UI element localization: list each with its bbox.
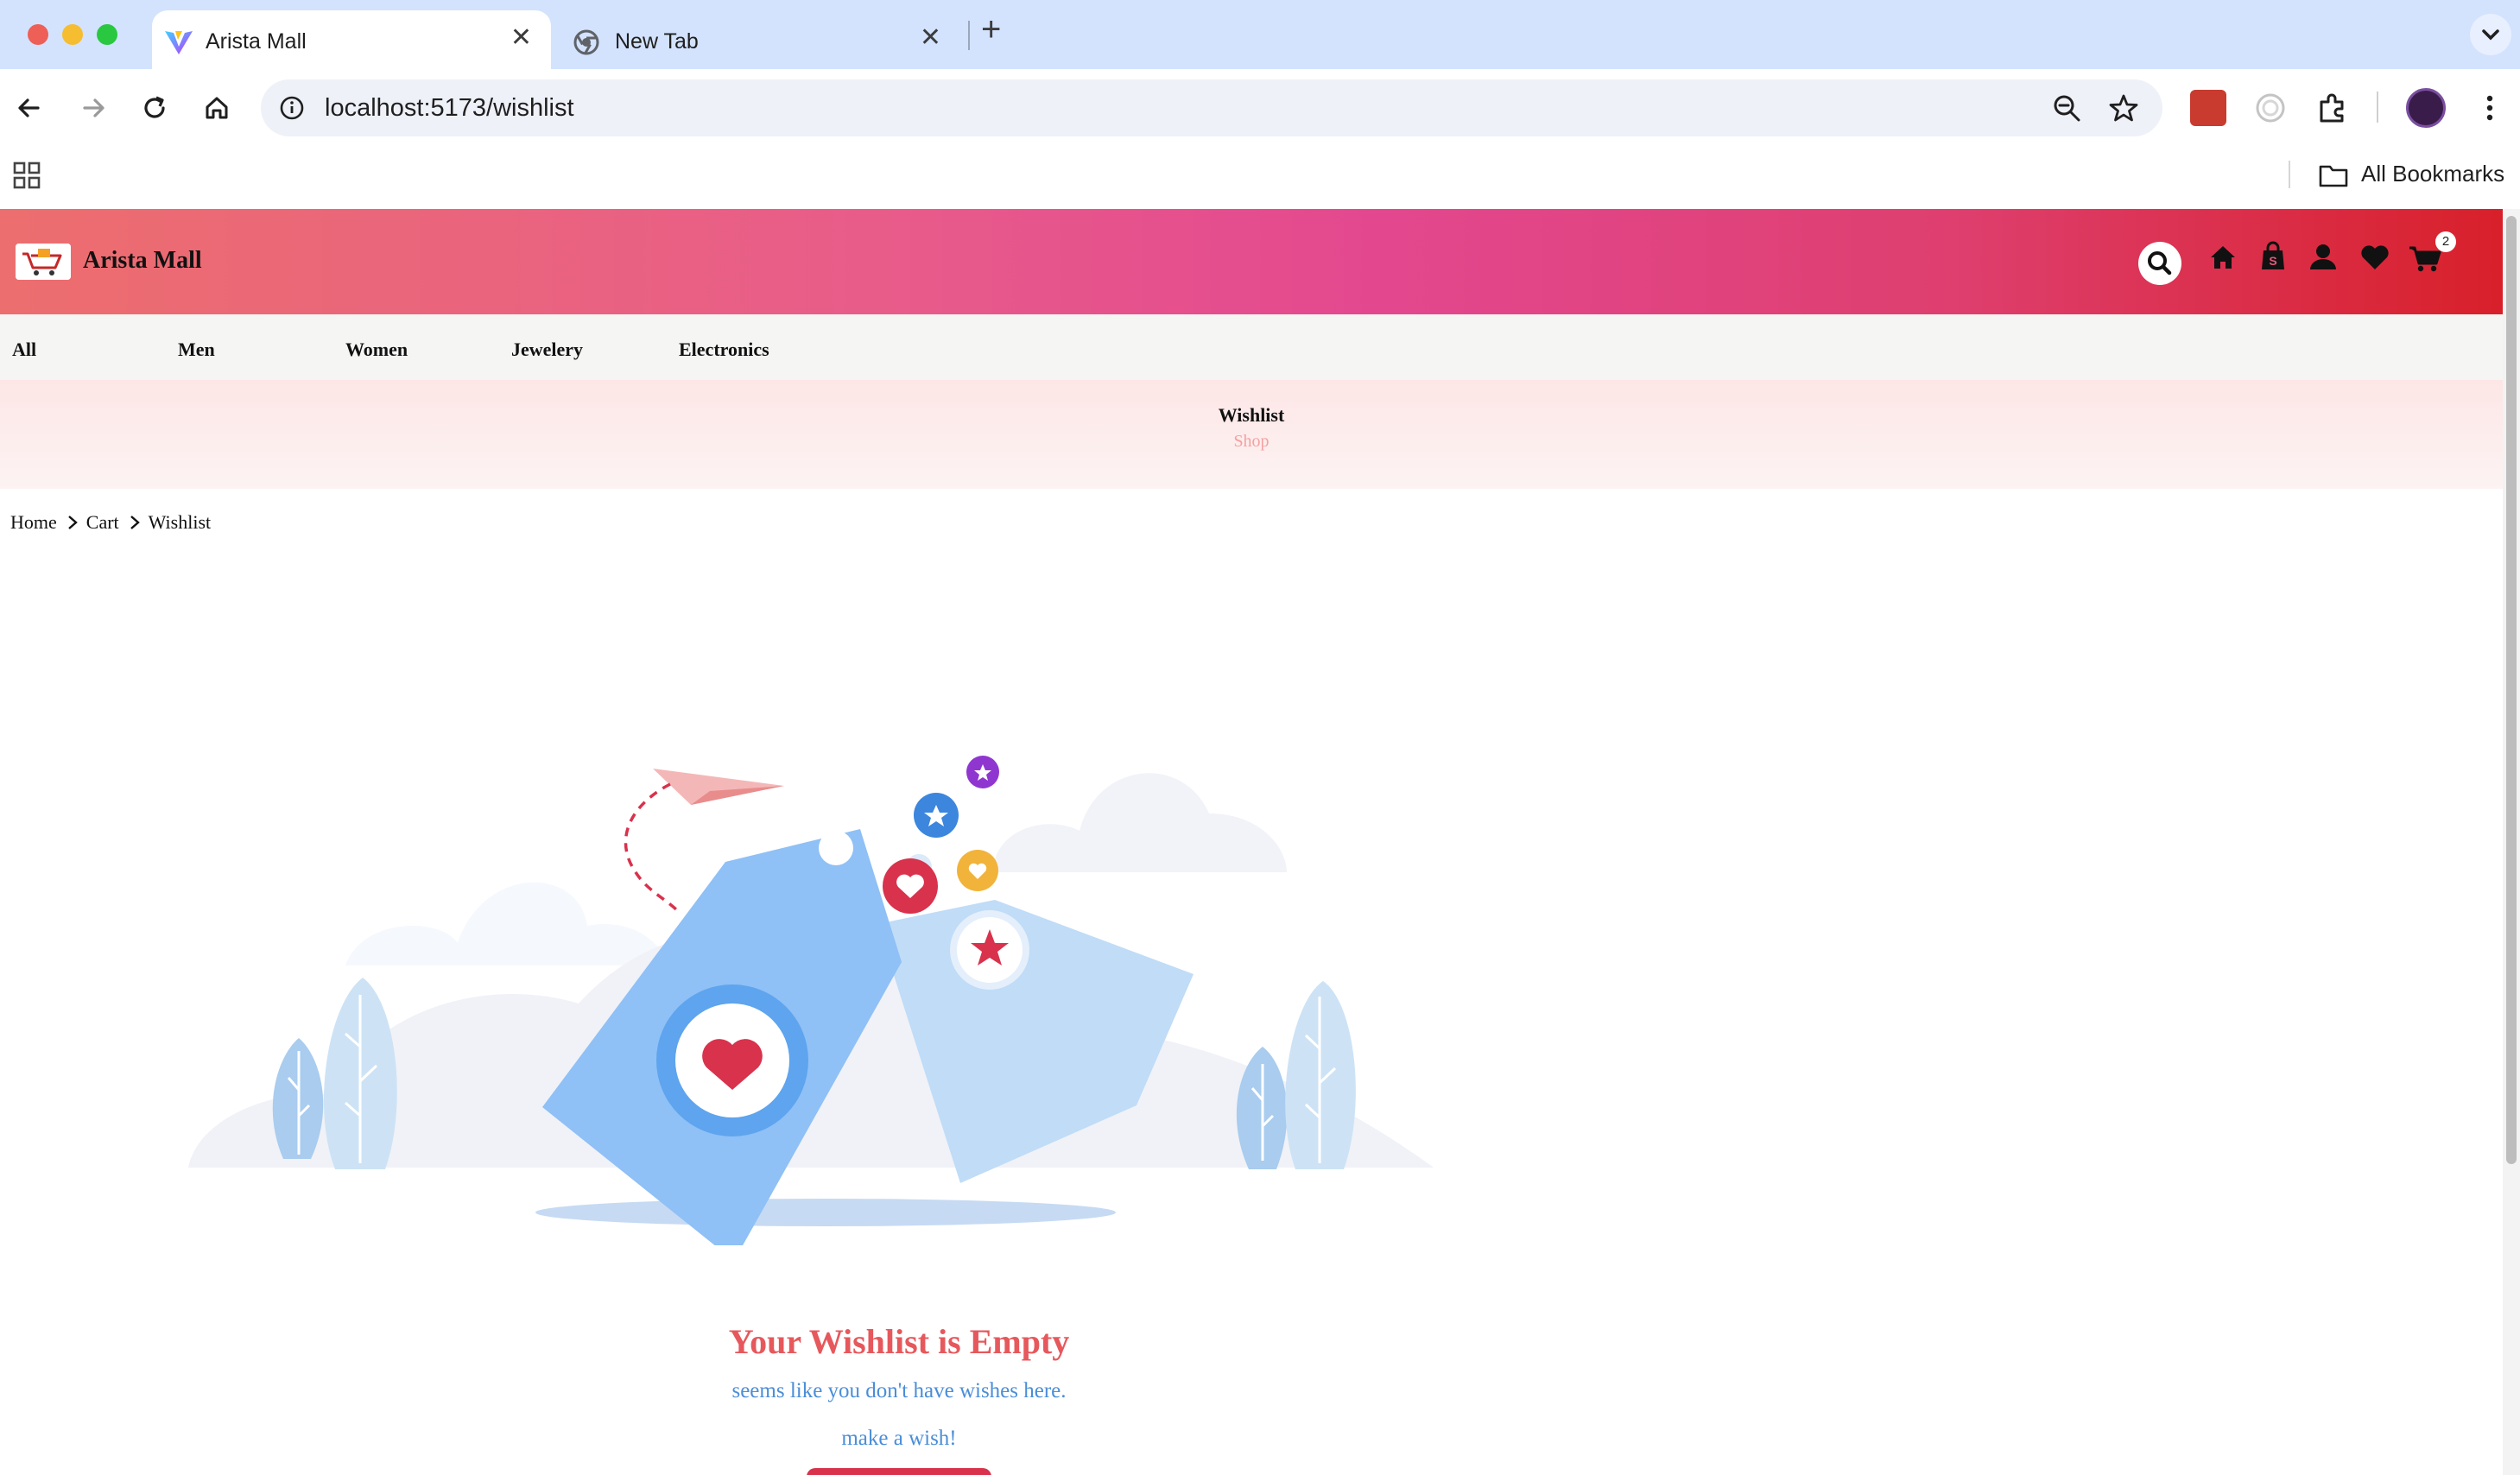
vite-favicon-icon	[165, 31, 193, 54]
extensions-puzzle-icon[interactable]	[2314, 90, 2351, 126]
reload-icon[interactable]	[136, 90, 173, 126]
page-title: Wishlist	[1218, 404, 1285, 426]
nav-item-all[interactable]: All	[12, 339, 36, 361]
tab-title: Arista Mall	[206, 29, 307, 54]
chevron-right-icon	[130, 516, 140, 529]
tab-title: New Tab	[615, 29, 699, 54]
empty-wishlist-cta: make a wish!	[841, 1427, 957, 1450]
breadcrumb-home[interactable]: Home	[10, 511, 57, 534]
user-icon[interactable]	[2302, 237, 2344, 278]
site-info-icon[interactable]	[278, 94, 306, 122]
tab-arista-mall[interactable]: Arista Mall ✕	[152, 10, 551, 69]
back-arrow-icon[interactable]	[12, 90, 48, 126]
chevron-right-icon	[67, 516, 78, 529]
browser-tab-bar: Arista Mall ✕ New Tab ✕ +	[0, 0, 2520, 69]
home-icon[interactable]	[199, 90, 235, 126]
empty-wishlist-illustration	[188, 756, 1434, 1245]
site-header: Arista Mall S 2	[0, 209, 2503, 314]
bookmarks-bar: All Bookmarks	[0, 147, 2520, 209]
empty-wishlist-subtitle: seems like you don't have wishes here.	[731, 1379, 1067, 1402]
search-button[interactable]	[2138, 242, 2181, 285]
cart-count-badge: 2	[2435, 231, 2456, 252]
all-bookmarks-label[interactable]: All Bookmarks	[2361, 161, 2504, 187]
tab-new-tab[interactable]: New Tab ✕	[561, 10, 960, 69]
nav-item-men[interactable]: Men	[178, 339, 215, 361]
address-bar[interactable]: localhost:5173/wishlist	[261, 79, 2162, 136]
site-name[interactable]: Arista Mall	[83, 247, 202, 275]
tab-search-button[interactable]	[2470, 14, 2511, 55]
tab-close-icon[interactable]: ✕	[920, 25, 941, 51]
page-scrollbar[interactable]	[2503, 209, 2520, 1475]
profile-avatar[interactable]	[2406, 88, 2446, 128]
apps-grid-icon[interactable]	[12, 161, 41, 190]
site-logo[interactable]	[16, 244, 71, 280]
new-tab-plus-icon[interactable]: +	[981, 12, 1001, 47]
extension-circle-icon[interactable]	[2252, 90, 2289, 126]
breadcrumb: Home Cart Wishlist	[10, 510, 211, 535]
zoom-icon[interactable]	[2050, 92, 2083, 124]
toolbar-separator	[2377, 92, 2378, 123]
chevron-down-icon	[2482, 29, 2499, 41]
folder-icon[interactable]	[2318, 161, 2349, 190]
chrome-favicon-icon	[573, 29, 599, 55]
category-nav: All Men Women Jewelery Electronics	[0, 314, 2503, 380]
breadcrumb-wishlist: Wishlist	[148, 511, 212, 533]
start-shopping-button[interactable]	[807, 1468, 991, 1475]
bookmark-star-icon[interactable]	[2107, 92, 2140, 124]
empty-wishlist-title: Your Wishlist is Empty	[728, 1322, 1070, 1361]
maximize-window-button[interactable]	[97, 24, 117, 45]
forward-arrow-icon[interactable]	[74, 90, 111, 126]
page-subtitle[interactable]: Shop	[0, 432, 2503, 452]
browser-toolbar: localhost:5173/wishlist	[0, 69, 2520, 147]
chrome-menu-icon[interactable]	[2472, 90, 2508, 126]
heart-icon[interactable]	[2354, 237, 2396, 278]
svg-text:S: S	[2269, 254, 2276, 268]
nav-item-jewelery[interactable]: Jewelery	[511, 339, 583, 361]
minimize-window-button[interactable]	[62, 24, 83, 45]
home-icon[interactable]	[2202, 237, 2244, 278]
scrollbar-thumb[interactable]	[2506, 216, 2517, 1164]
bookmarks-separator	[2289, 161, 2290, 188]
close-window-button[interactable]	[28, 24, 48, 45]
url-text: localhost:5173/wishlist	[325, 94, 574, 122]
extension-red-icon[interactable]	[2190, 90, 2226, 126]
search-icon	[2148, 251, 2172, 275]
nav-item-women[interactable]: Women	[345, 339, 408, 361]
breadcrumb-cart[interactable]: Cart	[86, 511, 119, 534]
nav-item-electronics[interactable]: Electronics	[679, 339, 769, 361]
page-viewport: Arista Mall S 2 All Men Women Jewelery E…	[0, 209, 2503, 1475]
tab-close-icon[interactable]: ✕	[510, 25, 532, 51]
shop-bag-icon[interactable]: S	[2252, 237, 2294, 278]
page-banner: Wishlist Shop	[0, 380, 2503, 489]
tab-separator	[968, 21, 970, 50]
